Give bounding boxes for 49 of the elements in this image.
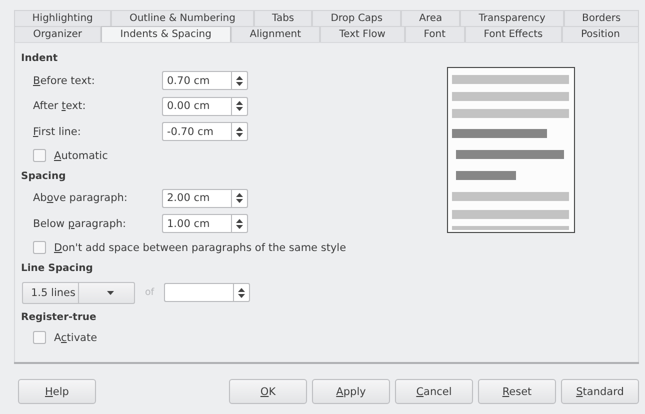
tab[interactable]: Borders bbox=[564, 10, 640, 26]
spin-field[interactable]: -0.70 cm bbox=[162, 122, 231, 142]
tab[interactable]: Area bbox=[400, 10, 460, 26]
checkbox-label: Activate bbox=[54, 332, 98, 344]
field-label: After text: bbox=[33, 100, 87, 112]
help-button[interactable]: Help bbox=[18, 379, 96, 404]
tab[interactable]: Highlighting bbox=[14, 10, 112, 26]
section-heading: Spacing bbox=[21, 170, 67, 182]
dialog-button[interactable]: OK bbox=[229, 379, 307, 404]
spin-field[interactable]: 0.70 cm bbox=[162, 71, 231, 90]
checkbox-label: Automatic bbox=[54, 150, 108, 162]
dialog-button[interactable]: Reset bbox=[478, 379, 556, 404]
tab[interactable]: Alignment bbox=[230, 26, 320, 42]
dialog-button[interactable]: Standard bbox=[561, 379, 639, 404]
tab[interactable]: Organizer bbox=[14, 26, 102, 42]
spin-buttons[interactable] bbox=[231, 71, 248, 90]
spin-buttons[interactable] bbox=[231, 214, 248, 234]
spin-field[interactable] bbox=[164, 283, 234, 302]
tab[interactable]: Position bbox=[562, 26, 640, 42]
checkbox[interactable] bbox=[33, 331, 46, 344]
section-heading: Line Spacing bbox=[21, 262, 94, 274]
checkbox-label: Don't add space between paragraphs of the same style bbox=[54, 242, 346, 254]
checkbox[interactable] bbox=[33, 241, 46, 254]
spin-buttons[interactable] bbox=[233, 283, 250, 302]
field-label: First line: bbox=[33, 126, 82, 138]
dialog-button[interactable]: Apply bbox=[312, 379, 390, 404]
field-label: Above paragraph: bbox=[33, 192, 128, 204]
spin-field[interactable]: 0.00 cm bbox=[162, 96, 231, 116]
field-label: Below paragraph: bbox=[33, 218, 128, 230]
tab[interactable]: Tabs bbox=[254, 10, 312, 26]
tab[interactable]: Indents & Spacing bbox=[101, 26, 231, 42]
dialog-button[interactable]: Cancel bbox=[395, 379, 473, 404]
spin-buttons[interactable] bbox=[231, 188, 248, 208]
spin-buttons[interactable] bbox=[231, 122, 248, 142]
spin-field[interactable]: 1.00 cm bbox=[162, 214, 231, 234]
spin-field[interactable]: 2.00 cm bbox=[162, 188, 231, 208]
tab[interactable]: Text Flow bbox=[320, 26, 405, 42]
tab[interactable]: Outline & Numbering bbox=[111, 10, 254, 26]
section-heading: Register-true bbox=[21, 312, 98, 322]
caret-icon bbox=[107, 290, 114, 294]
tab[interactable]: Font Effects bbox=[464, 26, 562, 42]
dropdown[interactable]: 1.5 lines bbox=[22, 282, 135, 304]
field-label: Before text: bbox=[33, 74, 96, 87]
section-heading: Indent bbox=[21, 53, 59, 64]
checkbox[interactable] bbox=[33, 149, 46, 162]
tab[interactable]: Font bbox=[404, 26, 465, 42]
tab[interactable]: Transparency bbox=[460, 10, 564, 26]
tab[interactable]: Drop Caps bbox=[312, 10, 401, 26]
spin-buttons[interactable] bbox=[231, 96, 248, 116]
